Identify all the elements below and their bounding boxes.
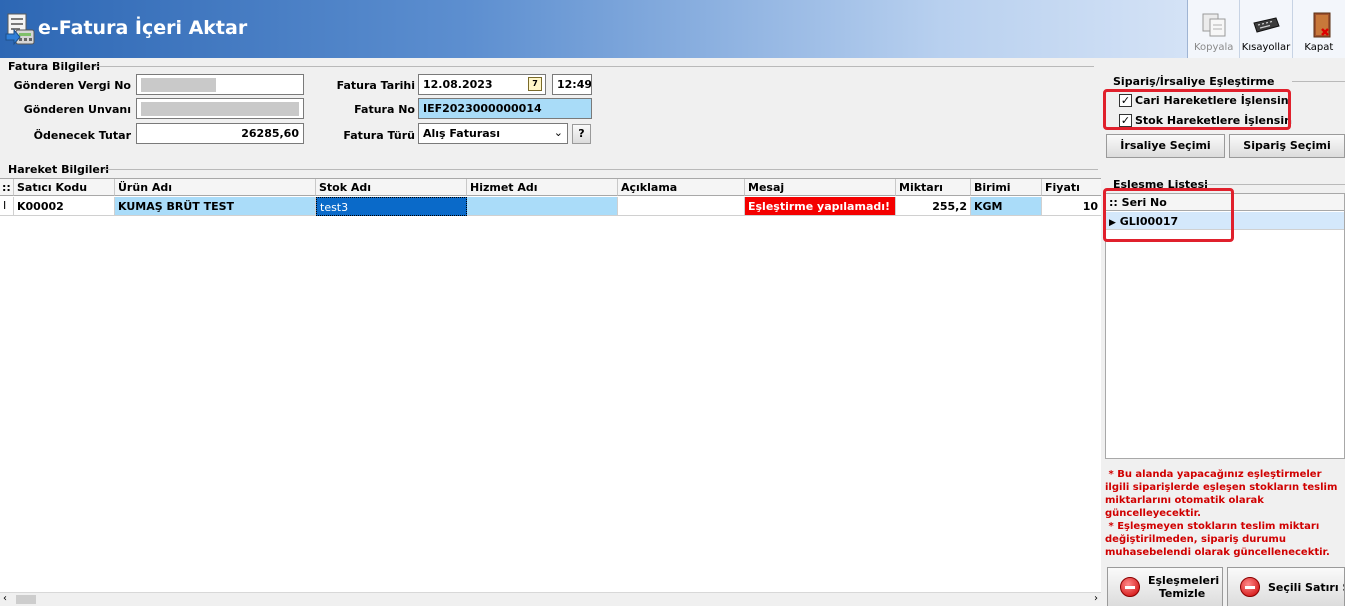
calendar-icon[interactable]: 7 xyxy=(528,77,542,91)
col-header-satici-kodu[interactable]: Satıcı Kodu xyxy=(14,179,115,196)
col-header-hizmet-adi[interactable]: Hizmet Adı xyxy=(467,179,618,196)
invoice-type-value: Alış Faturası xyxy=(423,127,500,140)
clear-matches-button[interactable]: Eşleşmeleri Temizle xyxy=(1107,567,1223,606)
chevron-down-icon: ⌄ xyxy=(553,126,563,139)
invoice-no-label: Fatura No xyxy=(354,103,415,116)
matching-note: * Bu alanda yapacağınız eşleştirmeler il… xyxy=(1105,469,1338,558)
col-header-fiyati[interactable]: Fiyatı xyxy=(1042,179,1101,196)
close-button[interactable]: Kapat xyxy=(1293,0,1345,58)
sender-title-label: Gönderen Unvanı xyxy=(23,103,131,116)
matching-title: Sipariş/İrsaliye Eşleştirme xyxy=(1113,75,1275,88)
amount-label: Ödenecek Tutar xyxy=(33,129,131,142)
time-field[interactable]: 12:49 xyxy=(552,74,592,95)
cell-birimi[interactable]: KGM xyxy=(971,197,1042,216)
date-value: 12.08.2023 xyxy=(423,78,493,91)
scroll-right-icon[interactable]: › xyxy=(1094,593,1098,604)
shortcuts-button[interactable]: Kısayollar xyxy=(1240,0,1293,58)
cell-hizmet-adi[interactable] xyxy=(467,197,618,216)
col-header-birimi[interactable]: Birimi xyxy=(971,179,1042,196)
copy-icon xyxy=(1202,13,1226,37)
cell-urun-adi[interactable]: KUMAŞ BRÜT TEST xyxy=(115,197,316,216)
redacted-block xyxy=(141,78,216,92)
movement-info-divider xyxy=(104,169,1098,170)
cell-stok-adi[interactable]: test3 xyxy=(316,197,467,216)
cell-mesaj[interactable]: Eşleştirme yapılamadı! xyxy=(745,197,896,216)
cell-fiyati[interactable]: 10 xyxy=(1042,197,1101,216)
movement-info-title: Hareket Bilgileri xyxy=(8,163,110,176)
cell-satici-kodu[interactable]: K00002 xyxy=(14,197,115,216)
invoice-info-divider xyxy=(94,66,1094,67)
delete-selected-row-label: Seçili Satırı Sil xyxy=(1268,580,1344,594)
col-header-mesaj[interactable]: Mesaj xyxy=(745,179,896,196)
col-header-miktari[interactable]: Miktarı xyxy=(896,179,971,196)
row-indicator-icon: I xyxy=(0,197,14,216)
shortcuts-label: Kısayollar xyxy=(1241,42,1291,53)
copy-button[interactable]: Kopyala xyxy=(1188,0,1241,58)
date-label: Fatura Tarihi xyxy=(336,79,415,92)
invoice-type-help-button[interactable]: ? xyxy=(572,124,591,144)
col-header-aciklama[interactable]: Açıklama xyxy=(618,179,745,196)
clear-matches-label: Eşleşmeleri Temizle xyxy=(1148,574,1220,600)
cell-miktari[interactable]: 255,2 xyxy=(896,197,971,216)
movement-grid: :: Satıcı Kodu Ürün Adı Stok Adı Hizmet … xyxy=(0,178,1101,606)
invoice-info-title: Fatura Bilgileri xyxy=(8,60,101,73)
irsaliye-select-button[interactable]: İrsaliye Seçimi xyxy=(1106,134,1225,158)
date-picker[interactable]: 12.08.2023 7 xyxy=(418,74,546,95)
horizontal-scrollbar[interactable]: ‹ › xyxy=(0,592,1101,606)
scroll-thumb[interactable] xyxy=(16,595,36,604)
window-header: e-Fatura İçeri Aktar Kopyala Kısayollar xyxy=(0,0,1345,58)
grid-corner: :: xyxy=(0,179,14,196)
keyboard-icon xyxy=(1253,17,1280,33)
invoice-type-label: Fatura Türü xyxy=(343,129,415,142)
cell-aciklama[interactable] xyxy=(618,197,745,216)
stop-icon xyxy=(1120,577,1140,597)
close-door-icon xyxy=(1313,12,1331,38)
window-title: e-Fatura İçeri Aktar xyxy=(38,17,248,39)
siparis-select-button[interactable]: Sipariş Seçimi xyxy=(1229,134,1345,158)
sender-tax-no-field[interactable] xyxy=(136,74,304,95)
invoice-type-select[interactable]: Alış Faturası ⌄ xyxy=(418,123,568,144)
stop-icon xyxy=(1240,577,1260,597)
highlight-frame xyxy=(1103,188,1234,242)
invoice-no-field[interactable]: IEF2023000000014 xyxy=(418,98,592,119)
invoice-import-icon xyxy=(5,13,35,46)
amount-field[interactable]: 26285,60 xyxy=(136,123,304,144)
highlight-frame xyxy=(1103,89,1291,130)
sender-title-field[interactable] xyxy=(136,98,304,119)
copy-label: Kopyala xyxy=(1193,42,1234,53)
match-list-divider xyxy=(1202,184,1345,185)
close-label: Kapat xyxy=(1304,42,1334,53)
matching-divider xyxy=(1292,81,1345,82)
redacted-block xyxy=(141,102,299,116)
col-header-urun-adi[interactable]: Ürün Adı xyxy=(115,179,316,196)
sender-tax-no-label: Gönderen Vergi No xyxy=(13,79,131,92)
calendar-day: 7 xyxy=(532,79,538,88)
toolbar: Kopyala Kısayollar Kapat xyxy=(1187,0,1345,58)
col-header-stok-adi[interactable]: Stok Adı xyxy=(316,179,467,196)
scroll-left-icon[interactable]: ‹ xyxy=(3,593,7,604)
delete-selected-row-button[interactable]: Seçili Satırı Sil xyxy=(1227,567,1345,606)
